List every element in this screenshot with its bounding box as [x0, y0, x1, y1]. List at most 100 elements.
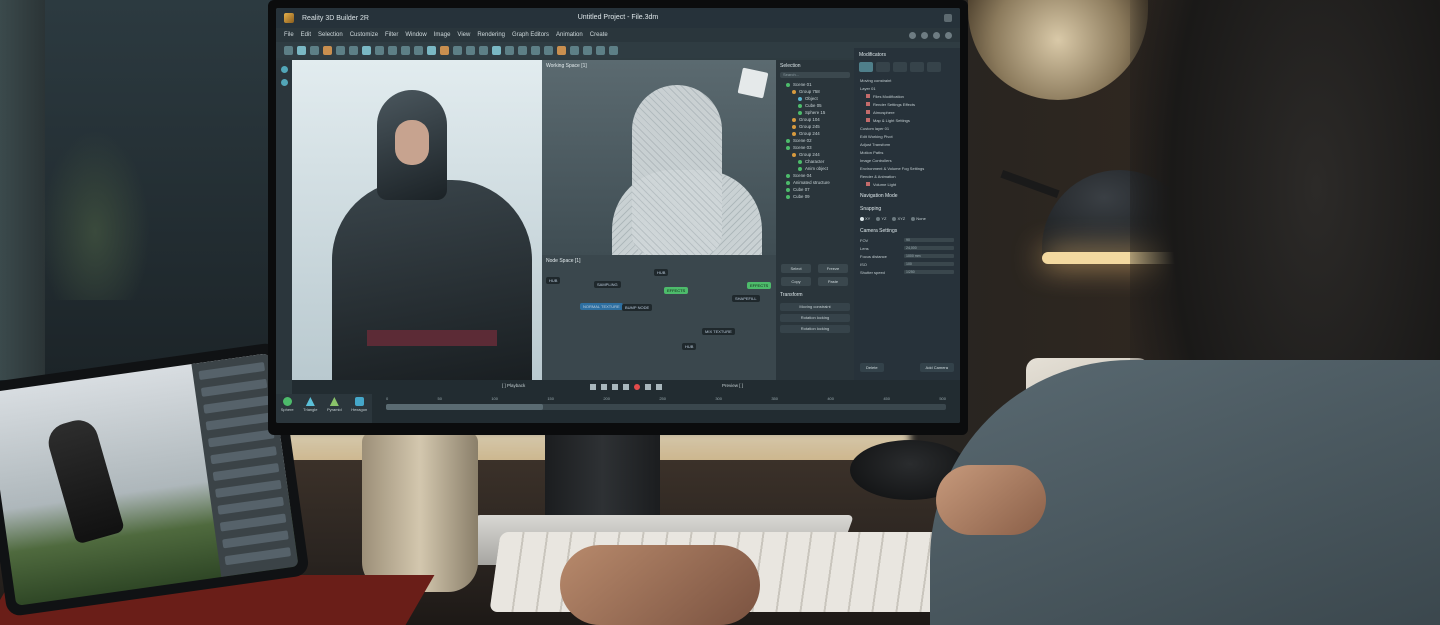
menu-file[interactable]: File	[284, 32, 294, 38]
user-avatar-icon[interactable]	[945, 31, 952, 39]
outliner-item[interactable]: Scene 04	[776, 172, 854, 179]
outliner-item[interactable]: Group 104	[776, 116, 854, 123]
modifier-row[interactable]: Layer 01	[854, 84, 960, 92]
graph-node[interactable]: MIX TEXTURE	[702, 328, 735, 335]
delete-button[interactable]: Delete	[860, 363, 884, 372]
skip-back-icon[interactable]	[590, 384, 596, 390]
menu-rendering[interactable]: Rendering	[477, 32, 505, 38]
text-tool-icon[interactable]	[557, 45, 566, 55]
graph-node[interactable]: SHAPEFILL	[732, 295, 760, 302]
outliner-item[interactable]: Group 758	[776, 88, 854, 95]
timeline[interactable]: 0 50 100 150 200 250 300 350 400 450 500	[372, 394, 960, 423]
outliner-item[interactable]: Group 245	[776, 123, 854, 130]
rotate-view-icon[interactable]	[280, 66, 288, 73]
menu-image[interactable]: Image	[434, 32, 451, 38]
window-menu-icon[interactable]	[944, 14, 952, 22]
outliner-item[interactable]: Group 244	[776, 130, 854, 137]
menu-animation[interactable]: Animation	[556, 32, 583, 38]
boolean-tool-icon[interactable]	[518, 45, 527, 55]
align-tool-icon[interactable]	[453, 45, 462, 55]
rotation-locking-row-2[interactable]: Rotation locking	[780, 325, 850, 333]
link-tool-icon[interactable]	[297, 45, 306, 55]
primitive-hexagon[interactable]: Hexagon	[351, 397, 367, 412]
outliner-search-input[interactable]: Search...	[780, 72, 850, 78]
node-space-editor[interactable]: Node Space [1] HUB SAMPLING HUB EFFECTS NORM…	[542, 255, 776, 380]
outliner-item[interactable]: Anim object	[776, 165, 854, 172]
rotation-locking-row[interactable]: Rotation locking	[780, 314, 850, 322]
render-tool-icon[interactable]	[505, 45, 514, 55]
render-viewport[interactable]	[292, 60, 542, 380]
camera-field-input[interactable]: 90	[904, 237, 954, 242]
snapping-option-xyz[interactable]: XYZ	[892, 216, 905, 221]
outliner-item[interactable]: Sphere 15	[776, 109, 854, 116]
mirror-tool-icon[interactable]	[375, 45, 384, 55]
record-icon[interactable]	[634, 384, 640, 390]
working-space-viewport[interactable]: Working Space [1]	[542, 60, 776, 255]
select-button[interactable]: Select	[781, 264, 811, 273]
modifier-row[interactable]: Render & Animation	[854, 172, 960, 180]
menu-filter[interactable]: Filter	[385, 32, 398, 38]
sculpt-tool-icon[interactable]	[388, 45, 397, 55]
camera-tool-icon[interactable]	[466, 45, 475, 55]
modifier-tab-transform[interactable]	[859, 62, 873, 72]
snapping-option-none[interactable]: None	[911, 216, 926, 221]
primitive-sphere[interactable]: Sphere	[281, 397, 294, 412]
outliner-item[interactable]: Character	[776, 158, 854, 165]
camera-field-input[interactable]: 100	[904, 261, 954, 266]
menu-view[interactable]: View	[457, 32, 470, 38]
move-tool-icon[interactable]	[401, 45, 410, 55]
primitive-pyramid[interactable]: Pyramid	[327, 397, 342, 412]
crop-tool-icon[interactable]	[349, 45, 358, 55]
modifier-tab-lighting[interactable]	[893, 62, 907, 72]
graph-node[interactable]: NORMAL TEXTURE	[580, 303, 623, 310]
modifier-row[interactable]: Adjust Transform	[854, 140, 960, 148]
outliner-item[interactable]: Animated structure	[776, 179, 854, 186]
physics-tool-icon[interactable]	[583, 45, 592, 55]
measure-tool-icon[interactable]	[570, 45, 579, 55]
material-tool-icon[interactable]	[492, 45, 501, 55]
menu-customize[interactable]: Customize	[350, 32, 378, 38]
graph-node[interactable]: BUMP NODE	[622, 304, 653, 311]
paste-button[interactable]: Paste	[818, 277, 848, 286]
camera-field-input[interactable]: 24,000	[904, 245, 954, 250]
outliner-item[interactable]: Cube 09	[776, 193, 854, 200]
modifier-row[interactable]: Environment & Volume Fog Settings	[854, 164, 960, 172]
modifier-row[interactable]: Motion Paths	[854, 148, 960, 156]
outliner-item[interactable]: Cube 05	[776, 102, 854, 109]
path-tool-icon[interactable]	[609, 45, 618, 55]
freeze-button[interactable]: Freeze	[818, 264, 848, 273]
snapping-option-yz[interactable]: YZ	[876, 216, 886, 221]
modifier-row[interactable]: Image Controllers	[854, 156, 960, 164]
step-back-icon[interactable]	[601, 384, 607, 390]
outliner-item[interactable]: Scene 02	[776, 137, 854, 144]
outliner-item[interactable]: Scene 01	[776, 81, 854, 88]
layers-tool-icon[interactable]	[323, 45, 332, 55]
menu-window[interactable]: Window	[405, 32, 426, 38]
outliner-item[interactable]: Scene 03	[776, 144, 854, 151]
modifier-header-row[interactable]: Moving constraint	[854, 76, 960, 84]
play-icon[interactable]	[612, 384, 618, 390]
modifier-row[interactable]: Map & Light Settings	[854, 116, 960, 124]
skip-forward-icon[interactable]	[656, 384, 662, 390]
modifier-row[interactable]: Volume Light	[854, 180, 960, 188]
bones-tool-icon[interactable]	[596, 45, 605, 55]
graph-node[interactable]: EFFECTS	[664, 287, 689, 294]
outliner-item[interactable]: Object	[776, 95, 854, 102]
outliner-item[interactable]: Group 244	[776, 151, 854, 158]
graph-node[interactable]: SAMPLING	[594, 281, 621, 288]
menu-graph-editors[interactable]: Graph Editors	[512, 32, 549, 38]
graph-node[interactable]: HUB	[546, 277, 561, 284]
scale-tool-icon[interactable]	[427, 45, 436, 55]
modifier-tab-camera[interactable]	[910, 62, 924, 72]
settings-icon[interactable]	[921, 31, 928, 39]
snap-tool-icon[interactable]	[440, 45, 449, 55]
navigation-cube-icon[interactable]	[737, 67, 769, 99]
timeline-scrubber[interactable]	[386, 404, 946, 410]
paint-tool-icon[interactable]	[531, 45, 540, 55]
zoom-tool-icon[interactable]	[310, 45, 319, 55]
graph-node[interactable]: EFFECTS	[747, 282, 772, 289]
modifier-tab-display[interactable]	[927, 62, 941, 72]
menu-selection[interactable]: Selection	[318, 32, 343, 38]
modifier-row[interactable]: Atmosphere	[854, 108, 960, 116]
copy-button[interactable]: Copy	[781, 277, 811, 286]
